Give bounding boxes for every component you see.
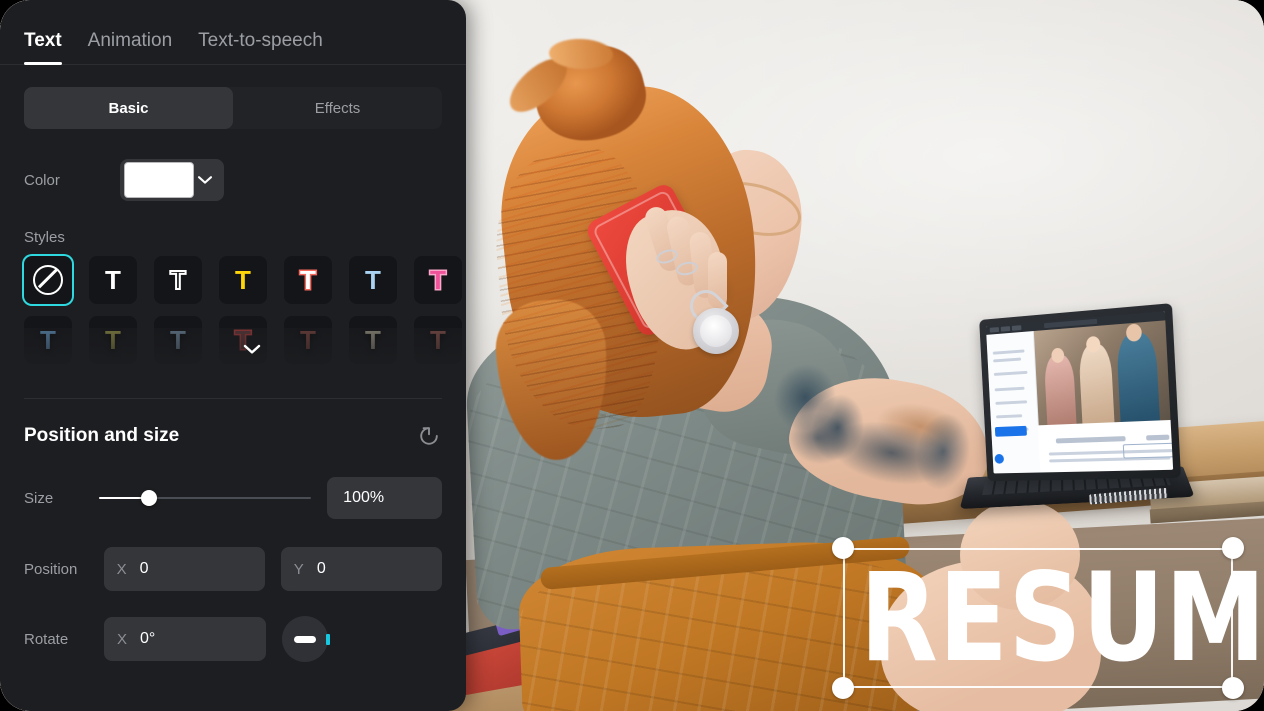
style-option-light-blue-solid[interactable]: T <box>349 256 397 304</box>
size-value-input[interactable]: 100% <box>327 477 442 519</box>
knob-bar <box>294 635 316 643</box>
style-glyph: T <box>430 325 446 355</box>
website-secondary-button <box>1122 442 1174 459</box>
website-cta-button <box>994 425 1027 437</box>
resize-handle-bottom-left[interactable] <box>832 677 854 699</box>
editor-screenshot: RESUME Text Animation Text-to-speech Bas… <box>0 0 1264 711</box>
hero-person <box>1115 331 1160 423</box>
hero-person <box>1078 343 1115 424</box>
axis-label-y: Y <box>293 560 304 578</box>
position-x-value: 0 <box>139 560 149 577</box>
style-option-olive-shadow[interactable]: T <box>89 316 137 364</box>
color-picker-button[interactable] <box>120 159 224 201</box>
website-chat-bubble <box>994 453 1005 464</box>
resume-text[interactable]: RESUME <box>860 545 1264 691</box>
segment-effects[interactable]: Effects <box>233 87 442 129</box>
style-glyph: T <box>105 325 121 355</box>
chevron-down-icon[interactable] <box>194 175 216 185</box>
style-option-none[interactable] <box>24 256 72 304</box>
styles-row-2: T T T T T T T <box>24 316 466 364</box>
resize-handle-bottom-right[interactable] <box>1222 677 1244 699</box>
browser-tab <box>989 327 1000 333</box>
position-label: Position <box>24 560 78 578</box>
tab-text-to-speech[interactable]: Text-to-speech <box>198 30 323 64</box>
style-option-white-red-outline[interactable]: T <box>284 256 332 304</box>
style-glyph: T <box>299 265 318 295</box>
style-option-yellow-solid[interactable]: T <box>219 256 267 304</box>
style-glyph: T <box>429 265 448 295</box>
hero-person <box>1043 353 1077 425</box>
styles-row-1: T T T T T T <box>24 256 466 304</box>
knob-accent <box>326 634 330 645</box>
tab-text[interactable]: Text <box>24 30 62 65</box>
style-option-red-outline-shadow[interactable]: T <box>219 316 267 364</box>
styles-label: Styles <box>24 229 65 246</box>
size-slider[interactable] <box>98 477 312 519</box>
rotate-x-input[interactable]: X 0° <box>104 617 266 661</box>
resize-handle-top-right[interactable] <box>1222 537 1244 559</box>
axis-label-x: X <box>116 630 127 648</box>
laptop-screen <box>985 311 1174 474</box>
style-option-tan-shadow[interactable]: T <box>349 316 397 364</box>
position-y-value: 0 <box>316 560 326 577</box>
rotate-label: Rotate <box>24 630 69 648</box>
style-option-dark-red-shadow[interactable]: T <box>284 316 332 364</box>
rotate-x-value: 0° <box>140 630 156 647</box>
position-row: Position X 0 Y 0 <box>24 547 443 591</box>
style-glyph: T <box>105 265 121 295</box>
browser-tab <box>1000 326 1011 332</box>
style-glyph: T <box>300 325 316 355</box>
section-title: Position and size <box>24 425 180 446</box>
no-style-icon <box>33 265 63 295</box>
tab-animation[interactable]: Animation <box>88 30 173 64</box>
style-glyph: T <box>235 265 251 295</box>
text-layer-resume[interactable]: RESUME <box>832 537 1264 699</box>
reset-icon[interactable] <box>416 423 442 449</box>
slider-thumb[interactable] <box>140 490 157 506</box>
text-properties-panel: Text Animation Text-to-speech Basic Effe… <box>0 0 466 711</box>
size-row: Size 100% <box>24 477 442 519</box>
website-sidebar <box>986 331 1042 474</box>
style-glyph: T <box>169 265 187 295</box>
style-glyph: T <box>365 325 381 355</box>
website-body <box>1037 419 1174 473</box>
style-option-white-outline[interactable]: T <box>154 256 202 304</box>
color-swatch[interactable] <box>124 162 194 198</box>
browser-tab <box>1011 325 1022 331</box>
position-x-input[interactable]: X 0 <box>103 547 265 591</box>
style-glyph: T <box>40 325 56 355</box>
section-divider <box>24 398 442 399</box>
styles-row-2-collapsed: T T T T T T T <box>0 316 466 384</box>
basic-effects-segmented-control: Basic Effects <box>24 87 442 129</box>
style-glyph: T <box>170 325 186 355</box>
laptop-lid <box>979 303 1182 482</box>
segment-basic[interactable]: Basic <box>24 87 233 129</box>
panel-tabs: Text Animation Text-to-speech <box>0 0 466 65</box>
rotate-knob-icon[interactable] <box>282 616 330 662</box>
position-and-size-header: Position and size <box>24 423 442 449</box>
style-option-blue-shadow[interactable]: T <box>24 316 72 364</box>
axis-label-x: X <box>116 560 127 578</box>
website-hero-image <box>1032 320 1171 426</box>
laptop <box>959 303 1195 523</box>
style-glyph: T <box>365 265 381 295</box>
size-label: Size <box>24 489 54 507</box>
rotate-row: Rotate X 0° <box>24 616 442 662</box>
chevron-down-icon[interactable] <box>242 342 262 354</box>
style-option-white-solid[interactable]: T <box>89 256 137 304</box>
position-y-input[interactable]: Y 0 <box>280 547 443 591</box>
style-option-maroon-shadow[interactable]: T <box>414 316 462 364</box>
color-row: Color <box>24 159 442 201</box>
resize-handle-top-left[interactable] <box>832 537 854 559</box>
style-option-steel-shadow[interactable]: T <box>154 316 202 364</box>
style-option-pink-solid[interactable]: T <box>414 256 462 304</box>
color-label: Color <box>24 171 60 189</box>
